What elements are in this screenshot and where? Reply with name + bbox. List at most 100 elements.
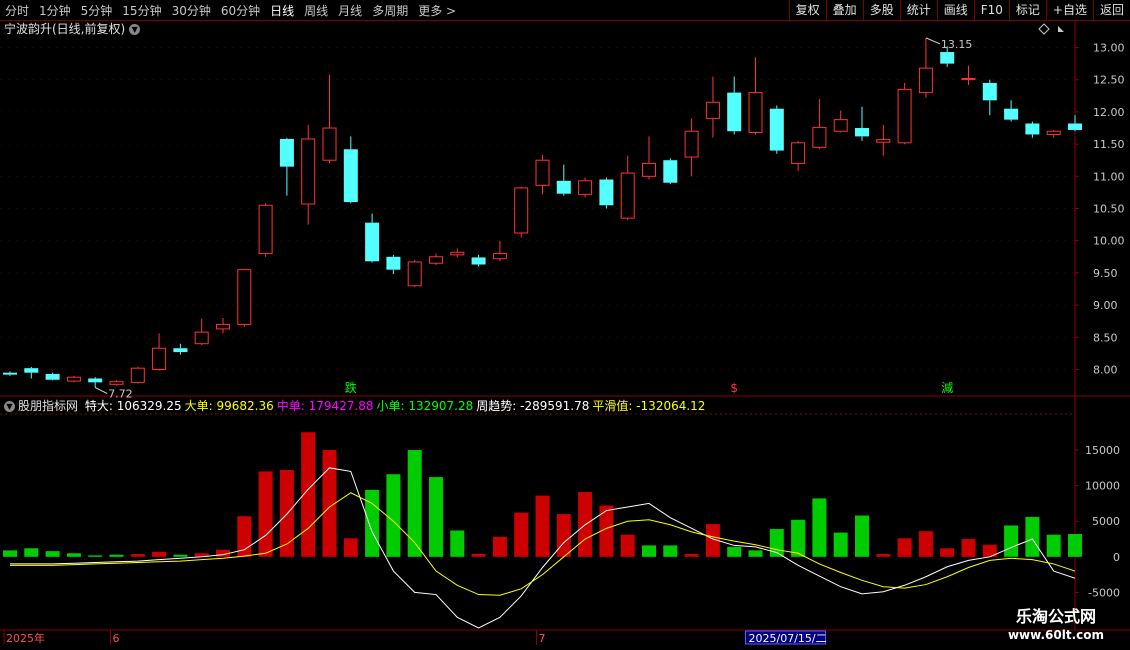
candle-body-4 <box>88 378 103 383</box>
indicator-bar-39 <box>833 532 848 557</box>
indicator-bar-30 <box>642 545 656 557</box>
candle-body-37 <box>791 142 806 164</box>
indicator-bar-17 <box>365 489 380 557</box>
indicator-bar-3 <box>66 553 81 557</box>
signal-marker-2: 減 <box>941 380 953 395</box>
indicator-bar-35 <box>748 550 763 557</box>
candle-body-24 <box>514 187 529 234</box>
candle-body-31 <box>663 160 678 183</box>
min-pointer <box>94 387 108 394</box>
time-label-2: 7 <box>539 632 546 645</box>
signal-marker-0: 跌 <box>345 380 357 395</box>
signal-marker-1: $ <box>730 381 738 395</box>
candle-body-7 <box>152 347 167 370</box>
chart-canvas: 13.00 12.50 12.00 11.50 11.00 10.50 10.00 9.50 9… <box>0 21 1130 645</box>
candle-body-47 <box>1004 108 1019 120</box>
price-tick-label-8: 9.00 <box>1093 299 1118 312</box>
candle-body-27 <box>578 180 593 195</box>
candle-body-45 <box>961 77 976 80</box>
time-label-0: 2025年 <box>6 631 45 645</box>
candle-body-5 <box>109 381 124 385</box>
indicator-bar-45 <box>961 539 976 557</box>
candle-body-6 <box>130 367 145 383</box>
indicator-bar-19 <box>407 450 422 557</box>
candle-body-2 <box>45 373 60 380</box>
candle-body-33 <box>705 101 720 119</box>
candle-body-44 <box>940 52 955 64</box>
candle-body-35 <box>748 92 763 134</box>
indicator-bar-50 <box>1068 534 1082 557</box>
indicator-bar-4 <box>88 555 103 557</box>
indicator-bar-41 <box>876 553 891 557</box>
indicator-bar-37 <box>791 519 806 557</box>
candle-body-32 <box>684 130 699 158</box>
candle-body-28 <box>599 179 614 206</box>
indicator-bar-47 <box>1004 525 1019 557</box>
candle-body-3 <box>66 376 81 382</box>
min-price-label: 7.72 <box>108 387 133 400</box>
indicator-bar-24 <box>514 512 529 557</box>
candle-body-1 <box>24 368 39 373</box>
candle-body-34 <box>727 92 742 132</box>
indicator-bar-31 <box>663 545 678 557</box>
indicator-bar-22 <box>471 553 486 557</box>
candle-body-48 <box>1025 123 1040 135</box>
indicator-bar-43 <box>918 531 933 557</box>
candle-body-46 <box>982 82 997 101</box>
diamond-icon <box>1038 23 1050 35</box>
max-pointer <box>925 37 941 45</box>
indicator-bar-5 <box>109 554 124 557</box>
candle-body-8 <box>173 348 188 353</box>
indicator-bar-8 <box>173 554 188 557</box>
candle-body-19 <box>407 261 422 287</box>
indicator-bar-25 <box>535 495 550 557</box>
candle-body-41 <box>876 139 891 143</box>
candle-body-21 <box>450 251 465 256</box>
ind-tick-label-3: 0 <box>1113 551 1120 564</box>
max-price-label: 13.15 <box>941 38 973 51</box>
price-tick-label-1: 12.50 <box>1093 74 1125 87</box>
candle-body-18 <box>386 256 401 270</box>
price-tick-label-9: 8.50 <box>1093 331 1118 344</box>
indicator-bar-16 <box>343 538 358 557</box>
time-label-1: 6 <box>113 632 120 645</box>
candle-body-13 <box>279 138 294 167</box>
price-tick-label-4: 11.00 <box>1093 170 1125 183</box>
price-tick-label-10: 8.00 <box>1093 363 1118 376</box>
candle-body-50 <box>1068 123 1082 130</box>
candle-body-38 <box>812 126 827 148</box>
candle-body-36 <box>769 108 784 151</box>
indicator-bar-48 <box>1025 516 1040 557</box>
ind-tick-label-4: -5000 <box>1088 586 1120 599</box>
candle-body-29 <box>620 172 635 219</box>
price-tick-label-3: 11.50 <box>1093 138 1125 151</box>
candle-body-23 <box>492 253 507 260</box>
corner-icon <box>1058 26 1064 32</box>
candle-body-30 <box>642 162 656 177</box>
date-highlight-label: 2025/07/15/二 <box>749 632 827 645</box>
candle-body-43 <box>918 67 933 94</box>
indicator-bar-20 <box>429 477 443 557</box>
indicator-bar-21 <box>450 530 465 557</box>
indicator-bar-38 <box>812 498 827 557</box>
indicator-bar-26 <box>556 514 571 557</box>
candle-body-26 <box>556 180 571 194</box>
indicator-bar-29 <box>620 534 635 557</box>
indicator-bar-1 <box>24 548 39 557</box>
indicator-bar-6 <box>130 553 145 557</box>
candle-body-39 <box>833 119 848 132</box>
ind-tick-label-2: 5000 <box>1092 515 1120 528</box>
price-tick-label-2: 12.00 <box>1093 106 1125 119</box>
candle-body-17 <box>365 222 380 262</box>
indicator-bar-2 <box>45 551 60 557</box>
watermark-title: 乐淘公式网 <box>1015 607 1096 626</box>
candle-body-22 <box>471 257 486 265</box>
candle-body-12 <box>258 204 273 255</box>
watermark-url: www.60lt.com <box>1007 628 1104 642</box>
candle-body-14 <box>301 138 316 205</box>
indicator-bar-0 <box>3 550 17 557</box>
indicator-bar-49 <box>1046 534 1061 557</box>
candle-body-16 <box>343 149 358 203</box>
candle-body-15 <box>322 127 337 161</box>
price-tick-label-7: 9.50 <box>1093 267 1118 280</box>
